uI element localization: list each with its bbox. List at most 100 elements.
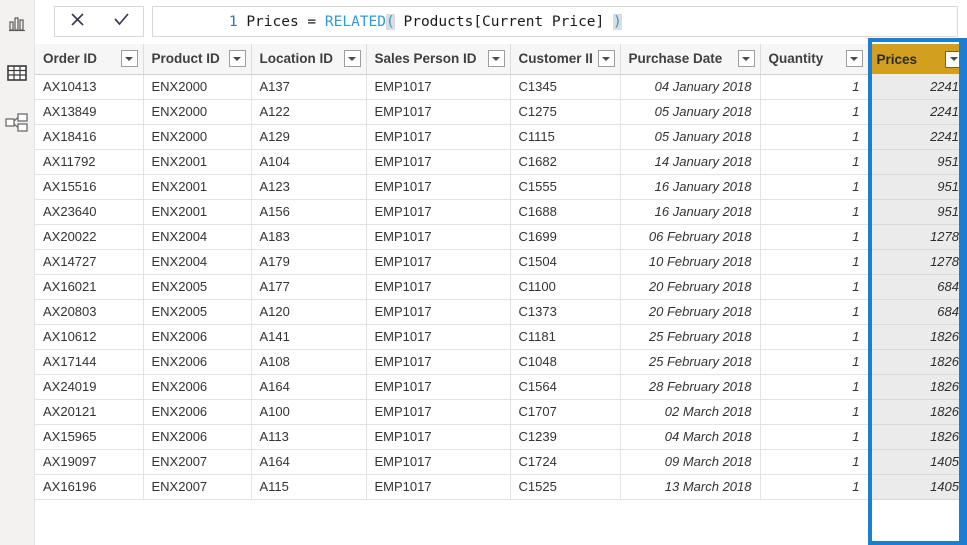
filter-dropdown-button-location-id[interactable] xyxy=(343,50,361,68)
column-header-customer-id[interactable]: Customer ID xyxy=(510,44,621,75)
table-row[interactable]: AX15516 ENX2001 A123 EMP1017 C1555 16 January… xyxy=(35,174,967,200)
cell-product-id[interactable]: ENX2000 xyxy=(143,124,252,150)
cell-purchase-date[interactable]: 09 March 2018 xyxy=(620,449,761,475)
cell-quantity[interactable]: 1 xyxy=(760,124,869,150)
filter-dropdown-button-prices[interactable] xyxy=(945,50,962,68)
cell-order-id[interactable]: AX24019 xyxy=(35,374,144,400)
cell-location-id[interactable]: A141 xyxy=(251,324,367,350)
column-header-order-id[interactable]: Order ID xyxy=(35,44,144,75)
cell-sales-person-id[interactable]: EMP1017 xyxy=(366,299,511,325)
cell-order-id[interactable]: AX20803 xyxy=(35,299,144,325)
cell-sales-person-id[interactable]: EMP1017 xyxy=(366,149,511,175)
cell-prices[interactable]: 1826 xyxy=(868,374,967,400)
cell-prices[interactable]: 951 xyxy=(868,149,967,175)
cell-purchase-date[interactable]: 25 February 2018 xyxy=(620,349,761,375)
cell-sales-person-id[interactable]: EMP1017 xyxy=(366,374,511,400)
table-row[interactable]: AX20022 ENX2004 A183 EMP1017 C1699 06 Februar… xyxy=(35,224,967,250)
sidebar-item-report-view[interactable] xyxy=(0,6,34,40)
cell-order-id[interactable]: AX15516 xyxy=(35,174,144,200)
cell-sales-person-id[interactable]: EMP1017 xyxy=(366,99,511,125)
table-row[interactable]: AX14727 ENX2004 A179 EMP1017 C1504 10 Februar… xyxy=(35,249,967,275)
table-row[interactable]: AX13849 ENX2000 A122 EMP1017 C1275 05 January… xyxy=(35,99,967,125)
cell-sales-person-id[interactable]: EMP1017 xyxy=(366,249,511,275)
cell-purchase-date[interactable]: 05 January 2018 xyxy=(620,124,761,150)
cell-customer-id[interactable]: C1275 xyxy=(510,99,621,125)
sidebar-item-data-view[interactable] xyxy=(0,56,34,90)
cell-purchase-date[interactable]: 16 January 2018 xyxy=(620,199,761,225)
cell-location-id[interactable]: A115 xyxy=(251,474,367,500)
cell-prices[interactable]: 951 xyxy=(868,174,967,200)
cell-purchase-date[interactable]: 14 January 2018 xyxy=(620,149,761,175)
cell-order-id[interactable]: AX10612 xyxy=(35,324,144,350)
cell-prices[interactable]: 1405 xyxy=(868,449,967,475)
cell-order-id[interactable]: AX15965 xyxy=(35,424,144,450)
cell-sales-person-id[interactable]: EMP1017 xyxy=(366,199,511,225)
cell-prices[interactable]: 1826 xyxy=(868,424,967,450)
cell-prices[interactable]: 2241 xyxy=(868,99,967,125)
table-row[interactable]: AX23640 ENX2001 A156 EMP1017 C1688 16 January… xyxy=(35,199,967,225)
cell-purchase-date[interactable]: 28 February 2018 xyxy=(620,374,761,400)
table-row[interactable]: AX11792 ENX2001 A104 EMP1017 C1682 14 January… xyxy=(35,149,967,175)
cell-prices[interactable]: 1278 xyxy=(868,249,967,275)
cell-purchase-date[interactable]: 13 March 2018 xyxy=(620,474,761,500)
cell-location-id[interactable]: A113 xyxy=(251,424,367,450)
table-row[interactable]: AX19097 ENX2007 A164 EMP1017 C1724 09 March 2… xyxy=(35,449,967,475)
cell-order-id[interactable]: AX23640 xyxy=(35,199,144,225)
cell-customer-id[interactable]: C1707 xyxy=(510,399,621,425)
table-row[interactable]: AX24019 ENX2006 A164 EMP1017 C1564 28 Februar… xyxy=(35,374,967,400)
cell-customer-id[interactable]: C1688 xyxy=(510,199,621,225)
cell-location-id[interactable]: A122 xyxy=(251,99,367,125)
cell-product-id[interactable]: ENX2007 xyxy=(143,474,252,500)
cell-product-id[interactable]: ENX2006 xyxy=(143,399,252,425)
cell-quantity[interactable]: 1 xyxy=(760,274,869,300)
cell-order-id[interactable]: AX19097 xyxy=(35,449,144,475)
cell-customer-id[interactable]: C1048 xyxy=(510,349,621,375)
cell-product-id[interactable]: ENX2006 xyxy=(143,349,252,375)
cell-quantity[interactable]: 1 xyxy=(760,99,869,125)
filter-dropdown-button-sales-person-id[interactable] xyxy=(487,50,505,68)
cell-sales-person-id[interactable]: EMP1017 xyxy=(366,224,511,250)
cell-sales-person-id[interactable]: EMP1017 xyxy=(366,399,511,425)
cell-order-id[interactable]: AX11792 xyxy=(35,149,144,175)
cell-prices[interactable]: 1405 xyxy=(868,474,967,500)
cell-purchase-date[interactable]: 20 February 2018 xyxy=(620,274,761,300)
cell-location-id[interactable]: A104 xyxy=(251,149,367,175)
cell-sales-person-id[interactable]: EMP1017 xyxy=(366,124,511,150)
cell-purchase-date[interactable]: 20 February 2018 xyxy=(620,299,761,325)
cell-product-id[interactable]: ENX2000 xyxy=(143,99,252,125)
column-header-sales-person-id[interactable]: Sales Person ID xyxy=(366,44,511,75)
cell-quantity[interactable]: 1 xyxy=(760,474,869,500)
cell-quantity[interactable]: 1 xyxy=(760,174,869,200)
cell-location-id[interactable]: A164 xyxy=(251,374,367,400)
cell-location-id[interactable]: A179 xyxy=(251,249,367,275)
cancel-formula-button[interactable] xyxy=(58,7,96,36)
cell-product-id[interactable]: ENX2005 xyxy=(143,274,252,300)
cell-customer-id[interactable]: C1724 xyxy=(510,449,621,475)
cell-customer-id[interactable]: C1682 xyxy=(510,149,621,175)
cell-customer-id[interactable]: C1115 xyxy=(510,124,621,150)
cell-quantity[interactable]: 1 xyxy=(760,349,869,375)
filter-dropdown-button-order-id[interactable] xyxy=(120,50,138,68)
cell-purchase-date[interactable]: 16 January 2018 xyxy=(620,174,761,200)
filter-dropdown-button-purchase-date[interactable] xyxy=(737,50,755,68)
cell-quantity[interactable]: 1 xyxy=(760,424,869,450)
cell-quantity[interactable]: 1 xyxy=(760,249,869,275)
cell-sales-person-id[interactable]: EMP1017 xyxy=(366,74,511,100)
cell-location-id[interactable]: A129 xyxy=(251,124,367,150)
column-header-prices[interactable]: Prices xyxy=(868,44,967,74)
cell-customer-id[interactable]: C1373 xyxy=(510,299,621,325)
cell-sales-person-id[interactable]: EMP1017 xyxy=(366,449,511,475)
cell-product-id[interactable]: ENX2005 xyxy=(143,299,252,325)
table-row[interactable]: AX15965 ENX2006 A113 EMP1017 C1239 04 March 2… xyxy=(35,424,967,450)
cell-location-id[interactable]: A120 xyxy=(251,299,367,325)
cell-product-id[interactable]: ENX2001 xyxy=(143,149,252,175)
cell-product-id[interactable]: ENX2004 xyxy=(143,249,252,275)
cell-quantity[interactable]: 1 xyxy=(760,374,869,400)
cell-order-id[interactable]: AX16021 xyxy=(35,274,144,300)
cell-product-id[interactable]: ENX2004 xyxy=(143,224,252,250)
cell-product-id[interactable]: ENX2007 xyxy=(143,449,252,475)
cell-customer-id[interactable]: C1181 xyxy=(510,324,621,350)
cell-sales-person-id[interactable]: EMP1017 xyxy=(366,424,511,450)
cell-location-id[interactable]: A183 xyxy=(251,224,367,250)
cell-location-id[interactable]: A100 xyxy=(251,399,367,425)
